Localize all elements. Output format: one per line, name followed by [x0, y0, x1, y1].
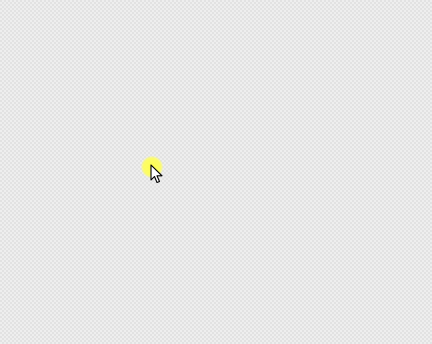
desktop-background[interactable]: [0, 0, 432, 344]
arrow-cursor-icon: [150, 164, 164, 184]
